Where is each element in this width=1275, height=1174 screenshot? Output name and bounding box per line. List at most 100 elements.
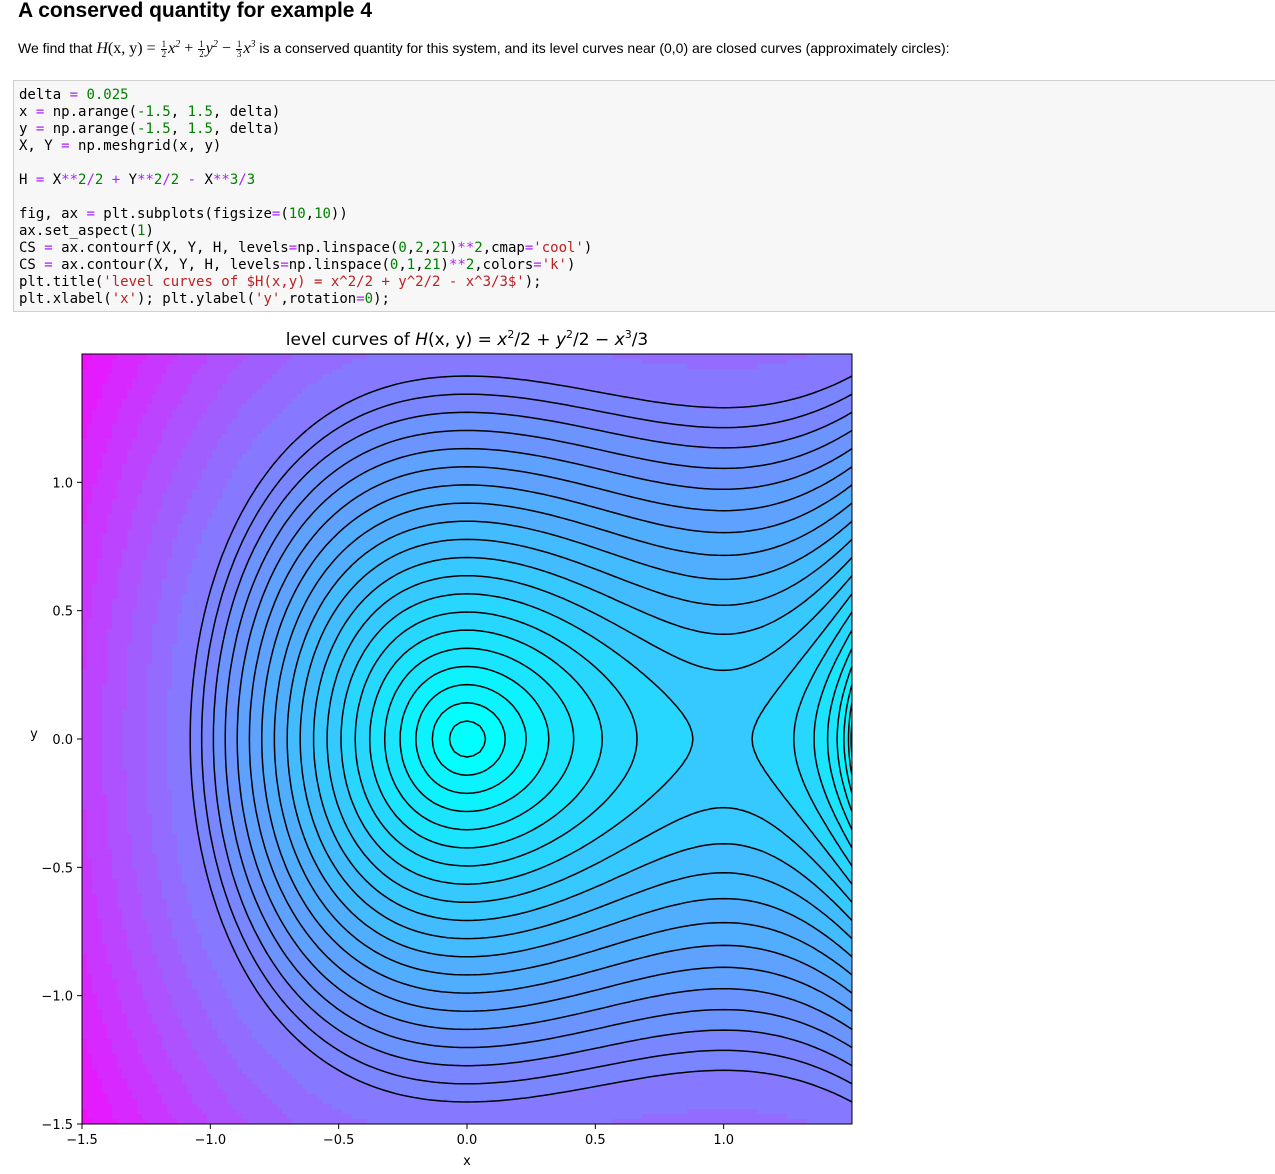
contour-fill-cell: [417, 444, 423, 450]
contour-fill-cell: [632, 469, 638, 475]
contour-fill-cell: [112, 484, 118, 490]
contour-fill-cell: [412, 409, 418, 415]
contour-fill-cell: [632, 479, 638, 485]
contour-fill-cell: [222, 374, 228, 380]
contour-fill-cell: [607, 494, 613, 500]
contour-fill-cell: [582, 409, 588, 415]
contour-fill-cell: [817, 449, 823, 455]
contour-fill-cell: [827, 354, 833, 360]
contour-fill-cell: [552, 369, 558, 375]
contour-fill-cell: [492, 439, 498, 445]
contour-fill-cell: [712, 379, 718, 385]
contour-fill-cell: [182, 454, 188, 460]
contour-fill-cell: [477, 404, 483, 410]
contour-fill-cell: [142, 459, 148, 465]
contour-fill-cell: [502, 354, 508, 360]
contour-fill-cell: [192, 359, 198, 365]
contour-fill-cell: [627, 509, 633, 515]
contour-fill-cell: [237, 464, 243, 470]
contour-fill-cell: [387, 389, 393, 395]
contour-fill-cell: [532, 439, 538, 445]
contour-fill-cell: [112, 434, 118, 440]
contour-fill-cell: [202, 449, 208, 455]
contour-fill-cell: [702, 389, 708, 395]
contour-fill-cell: [197, 489, 203, 495]
contour-fill-cell: [752, 369, 758, 375]
contour-fill-cell: [527, 494, 533, 500]
contour-fill-cell: [447, 454, 453, 460]
contour-fill-cell: [212, 369, 218, 375]
contour-fill-cell: [347, 494, 353, 500]
contour-fill-cell: [377, 454, 383, 460]
contour-fill-cell: [622, 439, 628, 445]
contour-fill-cell: [762, 399, 768, 405]
contour-fill-cell: [447, 424, 453, 430]
contour-fill-cell: [302, 409, 308, 415]
contour-fill-cell: [452, 364, 458, 370]
contour-fill-cell: [737, 479, 743, 485]
contour-fill-cell: [367, 419, 373, 425]
contour-fill-cell: [207, 379, 213, 385]
contour-fill-cell: [197, 364, 203, 370]
contour-fill-cell: [612, 419, 618, 425]
contour-fill-cell: [587, 489, 593, 495]
contour-fill-cell: [197, 494, 203, 500]
contour-fill-cell: [557, 484, 563, 490]
contour-fill-cell: [92, 404, 98, 410]
contour-fill-cell: [172, 474, 178, 480]
contour-fill-cell: [512, 479, 518, 485]
contour-fill-cell: [447, 384, 453, 390]
contour-fill-cell: [307, 369, 313, 375]
contour-fill-cell: [87, 479, 93, 485]
contour-fill-cell: [717, 439, 723, 445]
code-cell[interactable]: delta = 0.025 x = np.arange(-1.5, 1.5, d…: [13, 80, 1275, 312]
contour-fill-cell: [582, 479, 588, 485]
contour-fill-cell: [807, 464, 813, 470]
contour-fill-cell: [92, 514, 98, 520]
contour-fill-cell: [667, 369, 673, 375]
contour-fill-cell: [382, 414, 388, 420]
contour-fill-cell: [367, 454, 373, 460]
contour-fill-cell: [537, 389, 543, 395]
contour-fill-cell: [112, 354, 118, 360]
contour-fill-cell: [177, 419, 183, 425]
contour-fill-cell: [97, 454, 103, 460]
contour-fill-cell: [82, 379, 88, 385]
contour-fill-cell: [532, 444, 538, 450]
contour-fill-cell: [607, 504, 613, 510]
contour-fill-cell: [372, 469, 378, 475]
contour-fill-cell: [737, 469, 743, 475]
contour-fill-cell: [677, 474, 683, 480]
contour-fill-cell: [112, 449, 118, 455]
contour-fill-cell: [197, 424, 203, 430]
contour-fill-cell: [212, 419, 218, 425]
contour-fill-cell: [267, 484, 273, 490]
contour-fill-cell: [722, 479, 728, 485]
contour-fill-cell: [272, 364, 278, 370]
contour-fill-cell: [657, 464, 663, 470]
contour-fill-cell: [112, 479, 118, 485]
contour-fill-cell: [177, 514, 183, 520]
contour-fill-cell: [82, 489, 88, 495]
contour-fill-cell: [422, 454, 428, 460]
contour-fill-cell: [817, 374, 823, 380]
contour-fill-cell: [717, 354, 723, 360]
contour-fill-cell: [537, 499, 543, 505]
contour-fill-cell: [132, 394, 138, 400]
contour-fill-cell: [812, 414, 818, 420]
code-block[interactable]: delta = 0.025 x = np.arange(-1.5, 1.5, d…: [19, 87, 592, 308]
contour-fill-cell: [557, 369, 563, 375]
contour-fill-cell: [262, 514, 268, 520]
contour-fill-cell: [417, 369, 423, 375]
contour-fill-cell: [152, 474, 158, 480]
contour-fill-cell: [792, 374, 798, 380]
contour-fill-cell: [182, 404, 188, 410]
contour-fill-cell: [562, 414, 568, 420]
contour-fill-cell: [597, 379, 603, 385]
contour-fill-cell: [467, 434, 473, 440]
contour-fill-cell: [257, 514, 263, 520]
contour-fill-cell: [92, 364, 98, 370]
contour-fill-cell: [612, 424, 618, 430]
contour-fill-cell: [467, 439, 473, 445]
contour-fill-cell: [727, 394, 733, 400]
